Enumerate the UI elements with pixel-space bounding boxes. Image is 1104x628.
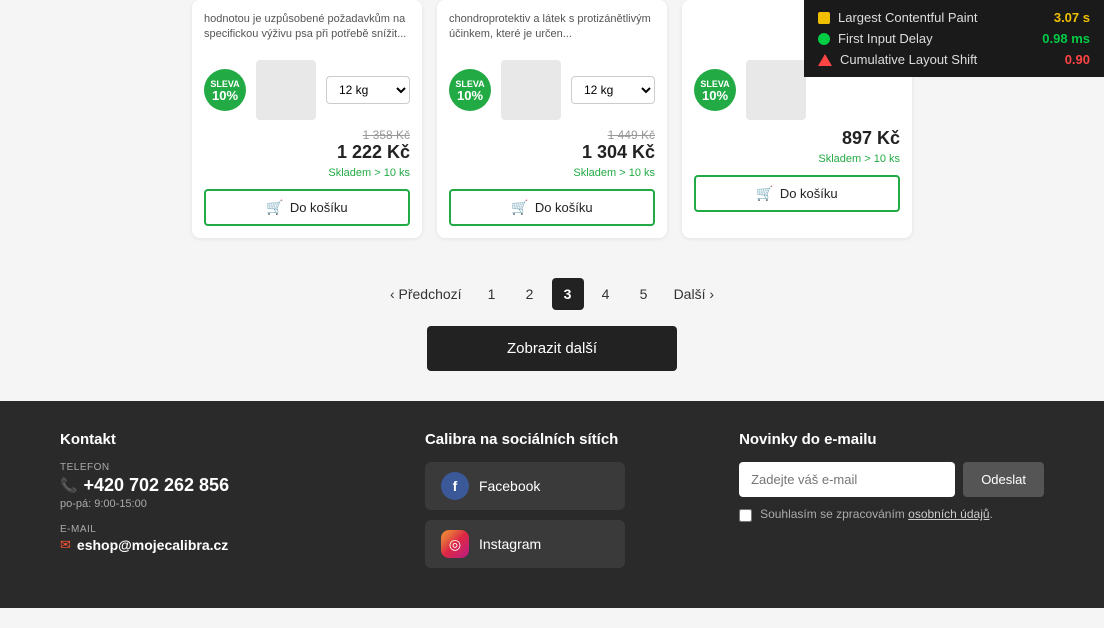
footer-social: Calibra na sociálních sítích f Facebook … bbox=[425, 431, 679, 578]
email-label: E-MAIL bbox=[60, 524, 365, 535]
fid-icon bbox=[818, 33, 830, 45]
product-description-1: hodnotou je uzpůsobené požadavkům na spe… bbox=[204, 12, 410, 52]
footer: Kontakt TELEFON 📞 +420 702 262 856 po-pá… bbox=[0, 401, 1104, 608]
cls-row: Cumulative Layout Shift 0.90 bbox=[818, 52, 1090, 67]
gdpr-checkbox[interactable] bbox=[739, 509, 752, 522]
lcp-row: Largest Contentful Paint 3.07 s bbox=[818, 10, 1090, 25]
newsletter-email-input[interactable] bbox=[739, 462, 955, 497]
show-more-button[interactable]: Zobrazit další bbox=[427, 326, 677, 371]
sleva-pct-3: 10% bbox=[702, 89, 728, 102]
cls-value: 0.90 bbox=[1065, 52, 1090, 67]
newsletter-send-button[interactable]: Odeslat bbox=[963, 462, 1044, 497]
add-to-cart-label-2: Do košíku bbox=[535, 200, 593, 215]
price-original-2: 1 449 Kč bbox=[449, 128, 655, 142]
product-description-2: chondroprotektiv a látek s protizánětliv… bbox=[449, 12, 655, 52]
product-image-2 bbox=[501, 60, 561, 120]
fid-row: First Input Delay 0.98 ms bbox=[818, 31, 1090, 46]
gdpr-link[interactable]: osobních údajů bbox=[908, 507, 989, 521]
stock-text-1: Skladem > 10 ks bbox=[204, 167, 410, 179]
sleva-badge-3: SLEVA 10% bbox=[694, 69, 736, 111]
page-3-button[interactable]: 3 bbox=[552, 278, 584, 310]
main-content: hodnotou je uzpůsobené požadavkům na spe… bbox=[0, 0, 1104, 628]
card-image-row-1: SLEVA 10% 12 kg 6 kg 3 kg bbox=[204, 60, 410, 120]
lcp-label: Largest Contentful Paint bbox=[838, 10, 1046, 25]
lcp-value: 3.07 s bbox=[1054, 10, 1090, 25]
product-image-3 bbox=[746, 60, 806, 120]
email-row: ✉ eshop@mojecalibra.cz bbox=[60, 537, 365, 553]
phone-hours: po-pá: 9:00-15:00 bbox=[60, 498, 365, 510]
performance-overlay: Largest Contentful Paint 3.07 s First In… bbox=[804, 0, 1104, 77]
footer-kontakt: Kontakt TELEFON 📞 +420 702 262 856 po-pá… bbox=[60, 431, 365, 578]
page-5-button[interactable]: 5 bbox=[628, 278, 660, 310]
email-address: eshop@mojecalibra.cz bbox=[77, 537, 228, 553]
price-original-1: 1 358 Kč bbox=[204, 128, 410, 142]
social-title: Calibra na sociálních sítích bbox=[425, 431, 679, 448]
stock-text-2: Skladem > 10 ks bbox=[449, 167, 655, 179]
weight-select-1[interactable]: 12 kg 6 kg 3 kg bbox=[326, 76, 410, 104]
cart-icon-2: 🛒 bbox=[511, 199, 528, 216]
stock-text-3: Skladem > 10 ks bbox=[694, 153, 900, 165]
price-current-3: 897 Kč bbox=[694, 128, 900, 149]
weight-select-2[interactable]: 12 kg 6 kg 3 kg bbox=[571, 76, 655, 104]
pagination: ‹ Předchozí 1 2 3 4 5 Další › bbox=[0, 278, 1104, 310]
newsletter-input-row: Odeslat bbox=[739, 462, 1044, 497]
add-to-cart-button-1[interactable]: 🛒 Do košíku bbox=[204, 189, 410, 226]
gdpr-row: Souhlasím se zpracováním osobních údajů. bbox=[739, 507, 1044, 522]
cart-icon-1: 🛒 bbox=[266, 199, 283, 216]
instagram-button[interactable]: ◎ Instagram bbox=[425, 520, 625, 568]
price-current-2: 1 304 Kč bbox=[449, 142, 655, 163]
sleva-pct-2: 10% bbox=[457, 89, 483, 102]
phone-label: TELEFON bbox=[60, 462, 365, 473]
instagram-label: Instagram bbox=[479, 536, 541, 552]
fid-label: First Input Delay bbox=[838, 31, 1034, 46]
sleva-badge-1: SLEVA 10% bbox=[204, 69, 246, 111]
show-more-section: Zobrazit další bbox=[0, 326, 1104, 371]
card-image-row-2: SLEVA 10% 12 kg 6 kg 3 kg bbox=[449, 60, 655, 120]
kontakt-title: Kontakt bbox=[60, 431, 365, 448]
product-card-2: chondroprotektiv a látek s protizánětliv… bbox=[437, 0, 667, 238]
sleva-label-1: SLEVA bbox=[210, 79, 239, 89]
price-section-1: 1 358 Kč 1 222 Kč bbox=[204, 128, 410, 163]
lcp-icon bbox=[818, 12, 830, 24]
fid-value: 0.98 ms bbox=[1042, 31, 1090, 46]
page-2-button[interactable]: 2 bbox=[514, 278, 546, 310]
price-section-2: 1 449 Kč 1 304 Kč bbox=[449, 128, 655, 163]
add-to-cart-button-3[interactable]: 🛒 Do košíku bbox=[694, 175, 900, 212]
sleva-pct-1: 10% bbox=[212, 89, 238, 102]
facebook-label: Facebook bbox=[479, 478, 540, 494]
add-to-cart-button-2[interactable]: 🛒 Do košíku bbox=[449, 189, 655, 226]
price-section-3: 897 Kč bbox=[694, 128, 900, 149]
newsletter-title: Novinky do e-mailu bbox=[739, 431, 1044, 448]
cls-icon bbox=[818, 54, 832, 66]
sleva-label-3: SLEVA bbox=[700, 79, 729, 89]
cart-icon-3: 🛒 bbox=[756, 185, 773, 202]
phone-number: +420 702 262 856 bbox=[83, 475, 229, 496]
price-current-1: 1 222 Kč bbox=[204, 142, 410, 163]
gdpr-text: Souhlasím se zpracováním osobních údajů. bbox=[760, 507, 993, 521]
phone-icon: 📞 bbox=[60, 477, 77, 494]
phone-row: 📞 +420 702 262 856 bbox=[60, 475, 365, 496]
next-page-button[interactable]: Další › bbox=[666, 280, 722, 308]
add-to-cart-label-1: Do košíku bbox=[290, 200, 348, 215]
product-image-1 bbox=[256, 60, 316, 120]
sleva-badge-2: SLEVA 10% bbox=[449, 69, 491, 111]
footer-newsletter: Novinky do e-mailu Odeslat Souhlasím se … bbox=[739, 431, 1044, 578]
prev-page-button[interactable]: ‹ Předchozí bbox=[382, 280, 470, 308]
facebook-icon: f bbox=[441, 472, 469, 500]
add-to-cart-label-3: Do košíku bbox=[780, 186, 838, 201]
cls-label: Cumulative Layout Shift bbox=[840, 52, 1057, 67]
page-4-button[interactable]: 4 bbox=[590, 278, 622, 310]
page-1-button[interactable]: 1 bbox=[476, 278, 508, 310]
product-card-1: hodnotou je uzpůsobené požadavkům na spe… bbox=[192, 0, 422, 238]
instagram-icon: ◎ bbox=[441, 530, 469, 558]
sleva-label-2: SLEVA bbox=[455, 79, 484, 89]
email-icon: ✉ bbox=[60, 537, 71, 553]
facebook-button[interactable]: f Facebook bbox=[425, 462, 625, 510]
